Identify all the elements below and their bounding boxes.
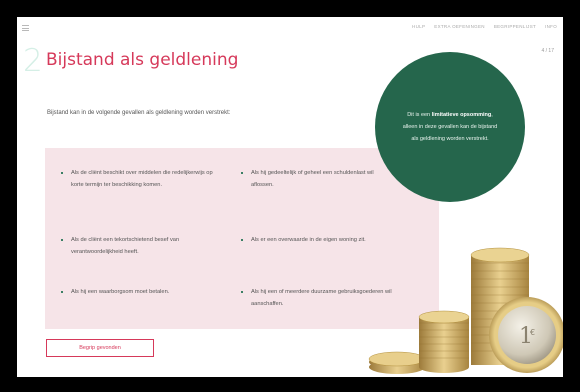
note-highlight: limitatieve opsomming — [431, 112, 492, 118]
square-bullet-icon — [241, 239, 243, 241]
list-item: Als de cliënt beschikt over middelen die… — [61, 167, 221, 191]
euro-coins-image: 1 € — [368, 247, 563, 374]
nav-extra-exercises[interactable]: Extra oefeningen — [434, 24, 485, 29]
nav-glossary[interactable]: Begrippenlijst — [494, 24, 536, 29]
square-bullet-icon — [241, 291, 243, 293]
cta-button[interactable]: Begrip gevonden — [46, 339, 154, 357]
list-item: Als hij gedeeltelijk of geheel een schul… — [241, 167, 391, 191]
chapter-number: 2 — [23, 43, 43, 79]
square-bullet-icon — [61, 239, 63, 241]
top-bar: Hulp Extra oefeningen Begrippenlijst Inf… — [17, 17, 563, 39]
page-title: Bijstand als geldlening — [46, 50, 239, 70]
square-bullet-icon — [241, 172, 243, 174]
note-prefix: Dit is een — [407, 112, 432, 118]
svg-text:€: € — [530, 328, 535, 337]
nav-help[interactable]: Hulp — [412, 24, 425, 29]
top-nav: Hulp Extra oefeningen Begrippenlijst Inf… — [412, 24, 557, 29]
list-item: Als de cliënt een tekortschietend besef … — [61, 234, 231, 258]
page-screen: Hulp Extra oefeningen Begrippenlijst Inf… — [17, 17, 563, 377]
square-bullet-icon — [61, 172, 63, 174]
list-item-text: Als hij een waarborgsom moet betalen. — [71, 289, 170, 295]
list-item-text: Als er een overwaarde in de eigen woning… — [251, 237, 366, 243]
nav-info[interactable]: Info — [545, 24, 557, 29]
square-bullet-icon — [61, 291, 63, 293]
intro-text: Bijstand kan in de volgende gevallen als… — [47, 110, 231, 116]
hamburger-icon[interactable] — [22, 25, 29, 31]
list-item: Als hij een waarborgsom moet betalen. — [61, 286, 231, 298]
list-item-text: Als de cliënt een tekortschietend besef … — [71, 237, 180, 255]
page-indicator: 4 / 17 — [541, 48, 554, 54]
list-item-text: Als hij gedeeltelijk of geheel een schul… — [251, 170, 374, 188]
note-text: Dit is een limitatieve opsomming, alleen… — [402, 109, 498, 145]
list-item-text: Als de cliënt beschikt over middelen die… — [71, 170, 213, 188]
note-circle: Dit is een limitatieve opsomming, alleen… — [375, 52, 525, 202]
